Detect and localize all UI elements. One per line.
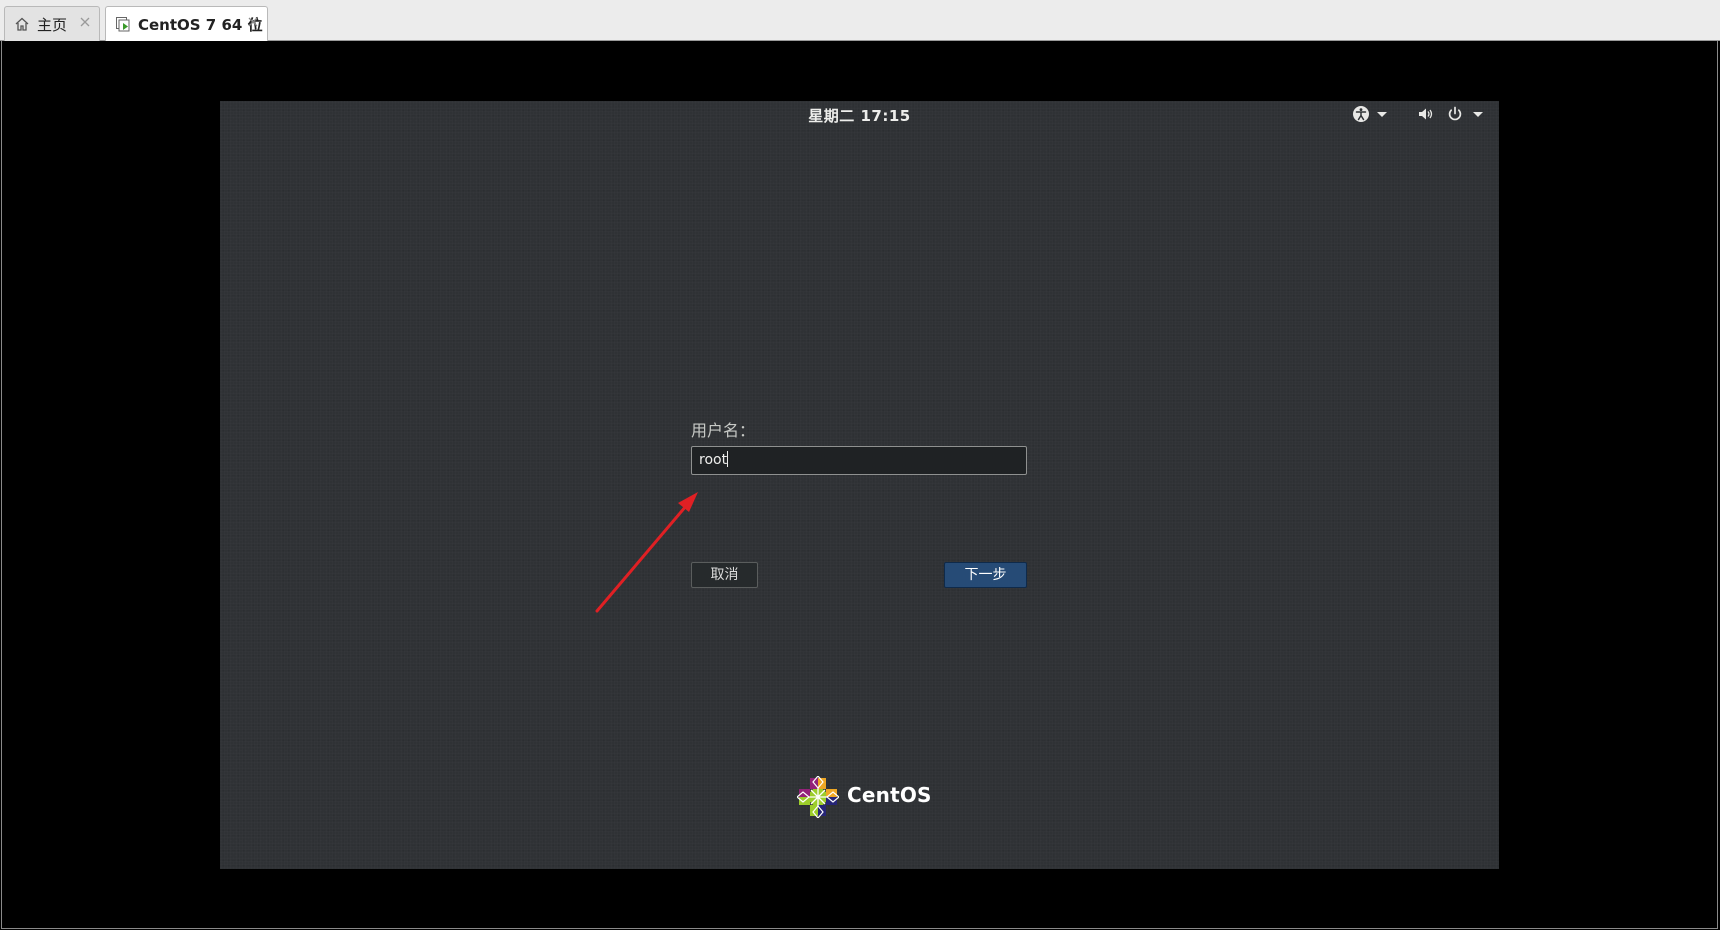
tab-centos-vm[interactable]: CentOS 7 64 位	[105, 6, 268, 41]
power-icon[interactable]	[1446, 105, 1464, 123]
tab-home[interactable]: 主页	[4, 6, 100, 41]
username-input[interactable]: root	[691, 446, 1027, 475]
close-icon[interactable]	[78, 15, 92, 29]
close-icon[interactable]	[246, 15, 260, 29]
guest-login-screen[interactable]: 星期二 17:15 用户名： root 取消 下一步 CentOS	[220, 101, 1499, 869]
top-bar-clock[interactable]: 星期二 17:15	[220, 105, 1499, 126]
accessibility-menu-caret[interactable]	[1377, 112, 1387, 117]
text-cursor	[727, 451, 729, 467]
username-value: root	[699, 452, 728, 468]
accessibility-icon[interactable]	[1352, 105, 1370, 123]
centos-wordmark: CentOS	[847, 783, 932, 807]
home-icon	[15, 17, 29, 31]
tab-home-label: 主页	[37, 15, 68, 34]
cancel-button[interactable]: 取消	[691, 562, 758, 588]
centos-logo-icon	[797, 776, 839, 818]
system-menu-caret[interactable]	[1473, 112, 1483, 117]
vm-running-icon	[116, 17, 130, 32]
username-label: 用户名：	[691, 421, 756, 440]
tab-vm-label: CentOS 7 64 位	[138, 15, 263, 34]
annotation-arrow-icon	[595, 492, 698, 613]
tab-bar: 主页 CentOS 7 64 位	[0, 0, 1720, 41]
next-button[interactable]: 下一步	[944, 562, 1027, 588]
volume-icon[interactable]	[1417, 105, 1435, 123]
